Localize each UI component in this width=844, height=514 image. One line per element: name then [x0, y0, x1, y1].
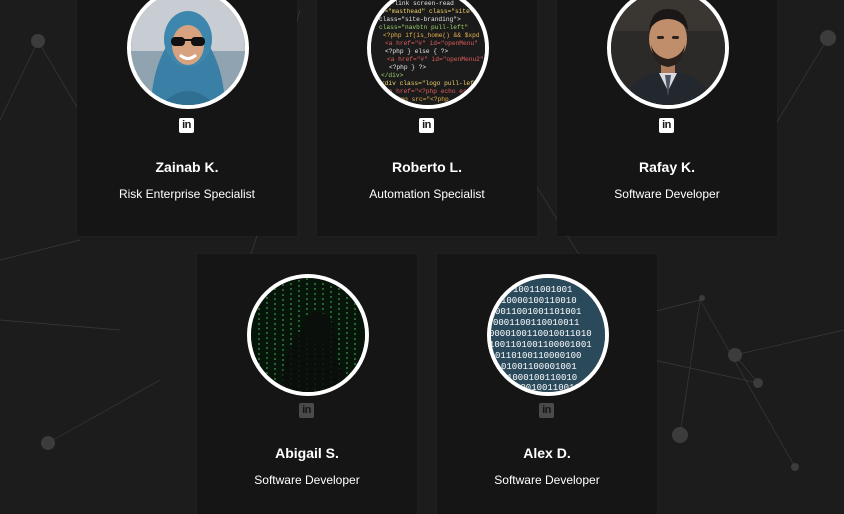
member-name: Zainab K. [155, 159, 219, 175]
code-line: p-link screen-read [387, 0, 454, 7]
member-role: Software Developer [614, 187, 720, 201]
member-name: Rafay K. [638, 159, 696, 175]
code-line: class="site-branding"> [379, 16, 461, 23]
zainab-photo [131, 0, 245, 105]
member-name: Roberto L. [392, 159, 462, 175]
member-role: Software Developer [254, 473, 360, 487]
linkedin-icon[interactable]: in [299, 403, 314, 418]
code-line: </div> [381, 72, 404, 79]
team-card-abigail: in Abigail S. Software Developer [197, 254, 417, 514]
binary-line: 0001100110010011 [493, 318, 579, 328]
linkedin-icon[interactable]: in [539, 403, 554, 418]
avatar-rafay [607, 0, 729, 109]
binary-line: 0001001100100 [515, 383, 585, 392]
binary-line: 0000100110010011010 [491, 329, 592, 339]
team-card-roberto: p-link screen-read id="masthead" class="… [317, 0, 537, 236]
binary-line: 10011001001 [513, 285, 572, 295]
member-name: Abigail S. [275, 445, 339, 461]
linkedin-icon[interactable]: in [419, 118, 434, 133]
member-role: Software Developer [494, 473, 600, 487]
team-card-alex: 10011001001 10000100110010 0011001001101… [437, 254, 657, 514]
alex-photo: 10011001001 10000100110010 0011001001101… [491, 278, 605, 392]
code-line: <div class="logo pull-left" [381, 80, 481, 87]
binary-line: 0011001001101001 [495, 307, 581, 317]
code-line: <?php if(is_home() && $xpd [383, 32, 480, 39]
code-line: <a href="#" id="openMenu" [385, 40, 478, 47]
linkedin-icon[interactable]: in [659, 118, 674, 133]
member-role: Risk Enterprise Specialist [118, 187, 256, 201]
code-line: <?php } ?> [389, 64, 426, 71]
code-line: <img src="<?php [393, 96, 449, 103]
abigail-photo [251, 278, 365, 392]
avatar-alex: 10011001001 10000100110010 0011001001101… [487, 274, 609, 396]
avatar-abigail [247, 274, 369, 396]
binary-line: 01001100001001 [501, 362, 577, 372]
rafay-photo [611, 0, 725, 105]
avatar-roberto: p-link screen-read id="masthead" class="… [367, 0, 489, 109]
team-card-rafay: in Rafay K. Software Developer [557, 0, 777, 236]
linkedin-icon[interactable]: in [179, 118, 194, 133]
binary-line: 10000100110010 [501, 296, 577, 306]
member-role: Automation Specialist [369, 187, 485, 201]
avatar-zainab [127, 0, 249, 109]
binary-line: 1001101001100001001 [491, 340, 592, 350]
code-line: id="masthead" class="site-he [377, 8, 481, 15]
code-line: class="navbtn pull-left" [379, 24, 468, 31]
binary-line: 1000100110010 [507, 373, 577, 383]
binary-line: 0110100110000100 [495, 351, 581, 361]
roberto-photo: p-link screen-read id="masthead" class="… [371, 0, 485, 105]
code-line: <a href="<?php echo esc [385, 88, 471, 95]
code-line: <?php } else { ?> [385, 48, 448, 55]
member-name: Alex D. [523, 445, 571, 461]
code-line: <a href="#" id="openMenu2" [387, 56, 484, 63]
team-card-zainab: in Zainab K. Risk Enterprise Specialist [77, 0, 297, 236]
